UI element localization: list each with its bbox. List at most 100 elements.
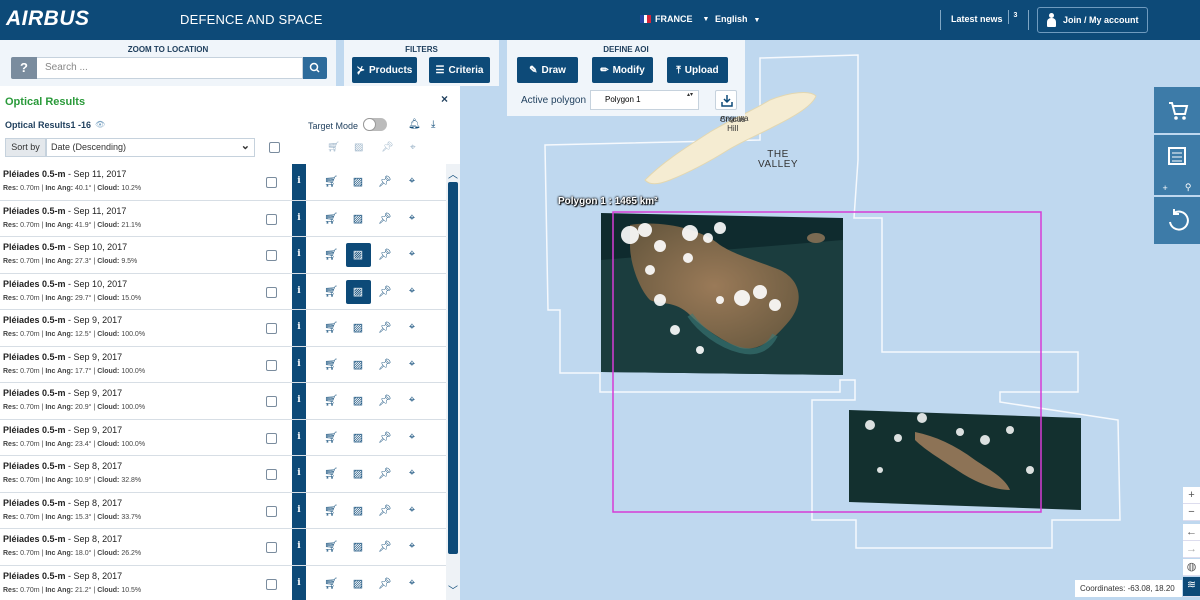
result-row[interactable]: Pléiades 0.5-m - Sep 9, 2017 Res: 0.70m |… bbox=[0, 346, 446, 383]
target-icon[interactable]: ⌖ bbox=[404, 431, 420, 444]
plus-icon[interactable]: + bbox=[1163, 183, 1168, 193]
back-arrow-icon[interactable]: ← bbox=[1183, 524, 1200, 541]
result-checkbox[interactable] bbox=[266, 250, 277, 261]
cart-icon[interactable]: 🛒︎ bbox=[323, 577, 339, 590]
image-icon[interactable]: ▨ bbox=[350, 431, 366, 444]
info-icon[interactable]: i bbox=[292, 492, 306, 528]
image-icon[interactable]: ▨ bbox=[350, 248, 366, 261]
search-input[interactable]: Search ... bbox=[37, 57, 303, 79]
refresh-tool-button[interactable] bbox=[1154, 197, 1200, 244]
select-all-checkbox[interactable] bbox=[269, 142, 280, 153]
target-icon[interactable]: ⌖ bbox=[404, 504, 420, 517]
info-icon[interactable]: i bbox=[292, 237, 306, 273]
result-checkbox[interactable] bbox=[266, 432, 277, 444]
language-selector[interactable]: English ▼ bbox=[715, 14, 760, 24]
eye-icon[interactable]: 👁 bbox=[95, 120, 105, 129]
help-button[interactable]: ? bbox=[11, 57, 37, 79]
image-icon[interactable]: ▨ bbox=[350, 540, 366, 553]
pin-icon[interactable]: 📌︎ bbox=[377, 540, 393, 553]
image-icon[interactable]: ▨ bbox=[350, 321, 366, 334]
pin-icon[interactable]: 📌︎ bbox=[377, 577, 393, 590]
info-icon[interactable]: i bbox=[292, 200, 306, 236]
target-icon[interactable]: ⌖ bbox=[404, 248, 420, 261]
cart-icon[interactable]: 🛒︎ bbox=[323, 394, 339, 407]
search-button[interactable] bbox=[303, 57, 327, 79]
download-polygon-button[interactable] bbox=[715, 90, 737, 110]
zoom-in-button[interactable]: + bbox=[1183, 487, 1200, 504]
layers-icon[interactable]: ≋ bbox=[1183, 577, 1200, 597]
result-row[interactable]: Pléiades 0.5-m - Sep 8, 2017 Res: 0.70m |… bbox=[0, 456, 446, 493]
close-icon[interactable]: × bbox=[441, 92, 448, 106]
target-mode-toggle[interactable] bbox=[363, 118, 387, 131]
cart-column-icon[interactable]: 🛒︎ bbox=[327, 142, 340, 153]
cart-icon[interactable]: 🛒︎ bbox=[323, 504, 339, 517]
chevron-down-icon[interactable]: ﹀ bbox=[446, 582, 460, 597]
result-row[interactable]: Pléiades 0.5-m - Sep 10, 2017 Res: 0.70m … bbox=[0, 273, 446, 310]
basket-tool-button[interactable] bbox=[1154, 135, 1200, 180]
result-row[interactable]: Pléiades 0.5-m - Sep 10, 2017 Res: 0.70m … bbox=[0, 237, 446, 274]
image-icon[interactable]: ▨ bbox=[350, 504, 366, 517]
info-icon[interactable]: i bbox=[292, 310, 306, 346]
cart-icon[interactable]: 🛒︎ bbox=[323, 248, 339, 261]
image-icon[interactable]: ▨ bbox=[350, 577, 366, 590]
join-account-button[interactable]: Join / My account bbox=[1037, 7, 1148, 33]
info-icon[interactable]: i bbox=[292, 273, 306, 309]
info-icon[interactable]: i bbox=[292, 383, 306, 419]
target-column-icon[interactable]: ⌖ bbox=[410, 142, 416, 153]
scrollbar-thumb[interactable] bbox=[448, 182, 458, 554]
result-checkbox[interactable] bbox=[266, 396, 277, 407]
upload-button[interactable]: ⤒ Upload bbox=[667, 57, 728, 83]
country-selector[interactable]: FRANCE ▼ bbox=[640, 14, 709, 24]
image-icon[interactable]: ▨ bbox=[350, 285, 366, 298]
info-icon[interactable]: i bbox=[292, 565, 306, 600]
info-icon[interactable]: i bbox=[292, 456, 306, 492]
image-icon[interactable]: ▨ bbox=[350, 394, 366, 407]
result-checkbox[interactable] bbox=[266, 177, 277, 188]
result-checkbox[interactable] bbox=[266, 542, 277, 553]
pin-icon[interactable]: 📌︎ bbox=[377, 467, 393, 480]
pin-icon[interactable]: 📌︎ bbox=[377, 321, 393, 334]
target-icon[interactable]: ⌖ bbox=[404, 212, 420, 225]
result-checkbox[interactable] bbox=[266, 359, 277, 371]
target-icon[interactable]: ⌖ bbox=[404, 394, 420, 407]
modify-button[interactable]: ✏ Modify bbox=[592, 57, 653, 83]
pin-icon[interactable]: 📌︎ bbox=[377, 504, 393, 517]
scrollbar[interactable]: ︿ ﹀ bbox=[446, 164, 460, 600]
sort-select[interactable]: Date (Descending) ⌄ bbox=[46, 138, 255, 157]
result-checkbox[interactable] bbox=[266, 578, 277, 590]
target-icon[interactable]: ⌖ bbox=[404, 358, 420, 371]
cart-tool-button[interactable] bbox=[1154, 87, 1200, 133]
image-column-icon[interactable]: ▨ bbox=[354, 142, 363, 153]
target-icon[interactable]: ⌖ bbox=[404, 321, 420, 334]
info-icon[interactable]: i bbox=[292, 529, 306, 565]
result-row[interactable]: Pléiades 0.5-m - Sep 9, 2017 Res: 0.70m |… bbox=[0, 419, 446, 456]
pin-column-icon[interactable]: 📌︎ bbox=[381, 142, 394, 153]
image-icon[interactable]: ▨ bbox=[350, 358, 366, 371]
result-row[interactable]: Pléiades 0.5-m - Sep 8, 2017 Res: 0.70m |… bbox=[0, 529, 446, 566]
result-checkbox[interactable] bbox=[266, 213, 277, 225]
cart-icon[interactable]: 🛒︎ bbox=[323, 467, 339, 480]
pin-icon[interactable]: 📌︎ bbox=[377, 212, 393, 225]
bell-icon[interactable]: 🔔︎ bbox=[408, 119, 421, 130]
forward-arrow-icon[interactable]: → bbox=[1183, 541, 1200, 558]
target-icon[interactable]: ⌖ bbox=[404, 285, 420, 298]
latest-news-link[interactable]: Latest news bbox=[951, 14, 1003, 24]
cart-icon[interactable]: 🛒︎ bbox=[323, 175, 339, 188]
target-icon[interactable]: ⌖ bbox=[404, 175, 420, 188]
result-row[interactable]: Pléiades 0.5-m - Sep 9, 2017 Res: 0.70m |… bbox=[0, 383, 446, 420]
info-icon[interactable]: i bbox=[292, 346, 306, 382]
cart-icon[interactable]: 🛒︎ bbox=[323, 431, 339, 444]
cart-icon[interactable]: 🛒︎ bbox=[323, 212, 339, 225]
airbus-logo[interactable]: AIRBUS bbox=[6, 7, 90, 31]
image-icon[interactable]: ▨ bbox=[350, 467, 366, 480]
info-icon[interactable]: i bbox=[292, 164, 306, 200]
chevron-up-icon[interactable]: ︿ bbox=[446, 166, 460, 181]
pin-icon[interactable]: 📌︎ bbox=[377, 248, 393, 261]
pin-icon[interactable]: 📌︎ bbox=[377, 431, 393, 444]
globe-icon[interactable]: ◍ bbox=[1183, 559, 1200, 576]
cart-icon[interactable]: 🛒︎ bbox=[323, 358, 339, 371]
pin-icon[interactable]: 📌︎ bbox=[377, 285, 393, 298]
download-icon[interactable]: ⤓ bbox=[431, 119, 435, 130]
pin-icon[interactable]: 📌︎ bbox=[377, 175, 393, 188]
pin-icon[interactable]: 📌︎ bbox=[377, 394, 393, 407]
